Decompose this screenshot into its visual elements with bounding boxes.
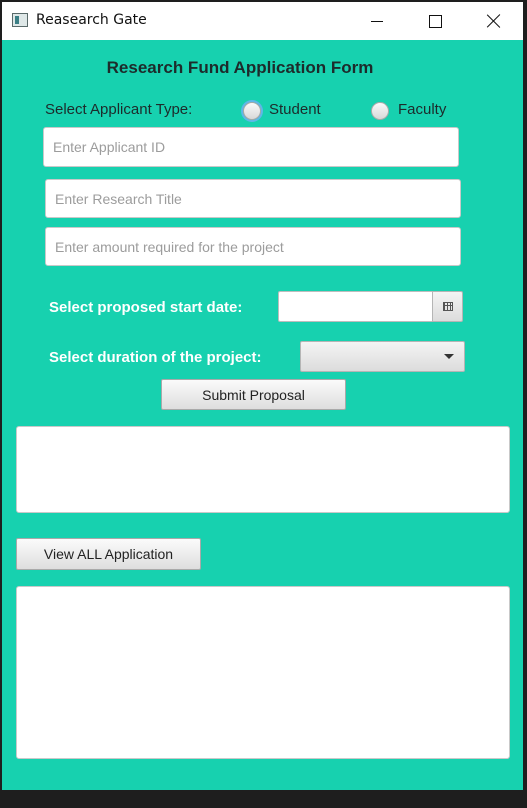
start-date-label: Select proposed start date:	[49, 299, 243, 316]
amount-input[interactable]	[45, 227, 461, 266]
student-radio[interactable]	[243, 102, 261, 120]
submit-proposal-button[interactable]: Submit Proposal	[161, 379, 346, 410]
close-icon	[487, 14, 501, 28]
applicant-type-label: Select Applicant Type:	[45, 101, 193, 118]
start-date-input[interactable]	[278, 291, 433, 322]
applicant-id-input[interactable]	[43, 127, 459, 167]
form-heading: Research Fund Application Form	[106, 58, 374, 77]
duration-dropdown[interactable]	[300, 341, 465, 372]
date-picker-button[interactable]	[432, 291, 463, 322]
maximize-icon	[428, 14, 442, 28]
minimize-button[interactable]	[348, 2, 406, 40]
applications-text-area[interactable]	[16, 586, 510, 759]
calendar-icon	[442, 302, 453, 311]
faculty-radio-label[interactable]: Faculty	[398, 101, 446, 118]
chevron-down-icon	[444, 354, 454, 359]
result-text-area[interactable]	[16, 426, 510, 513]
duration-label: Select duration of the project:	[49, 349, 262, 366]
title-bar[interactable]: Reasearch Gate	[2, 2, 523, 40]
app-icon	[12, 13, 28, 27]
student-radio-label[interactable]: Student	[269, 101, 321, 118]
close-button[interactable]	[465, 2, 523, 40]
app-window: Reasearch Gate Research Fund Application…	[2, 2, 523, 790]
window-title: Reasearch Gate	[36, 12, 147, 28]
view-all-applications-button[interactable]: View ALL Application	[16, 538, 201, 570]
maximize-button[interactable]	[406, 2, 464, 40]
minimize-icon	[371, 20, 383, 22]
faculty-radio[interactable]	[371, 102, 389, 120]
research-title-input[interactable]	[45, 179, 461, 218]
